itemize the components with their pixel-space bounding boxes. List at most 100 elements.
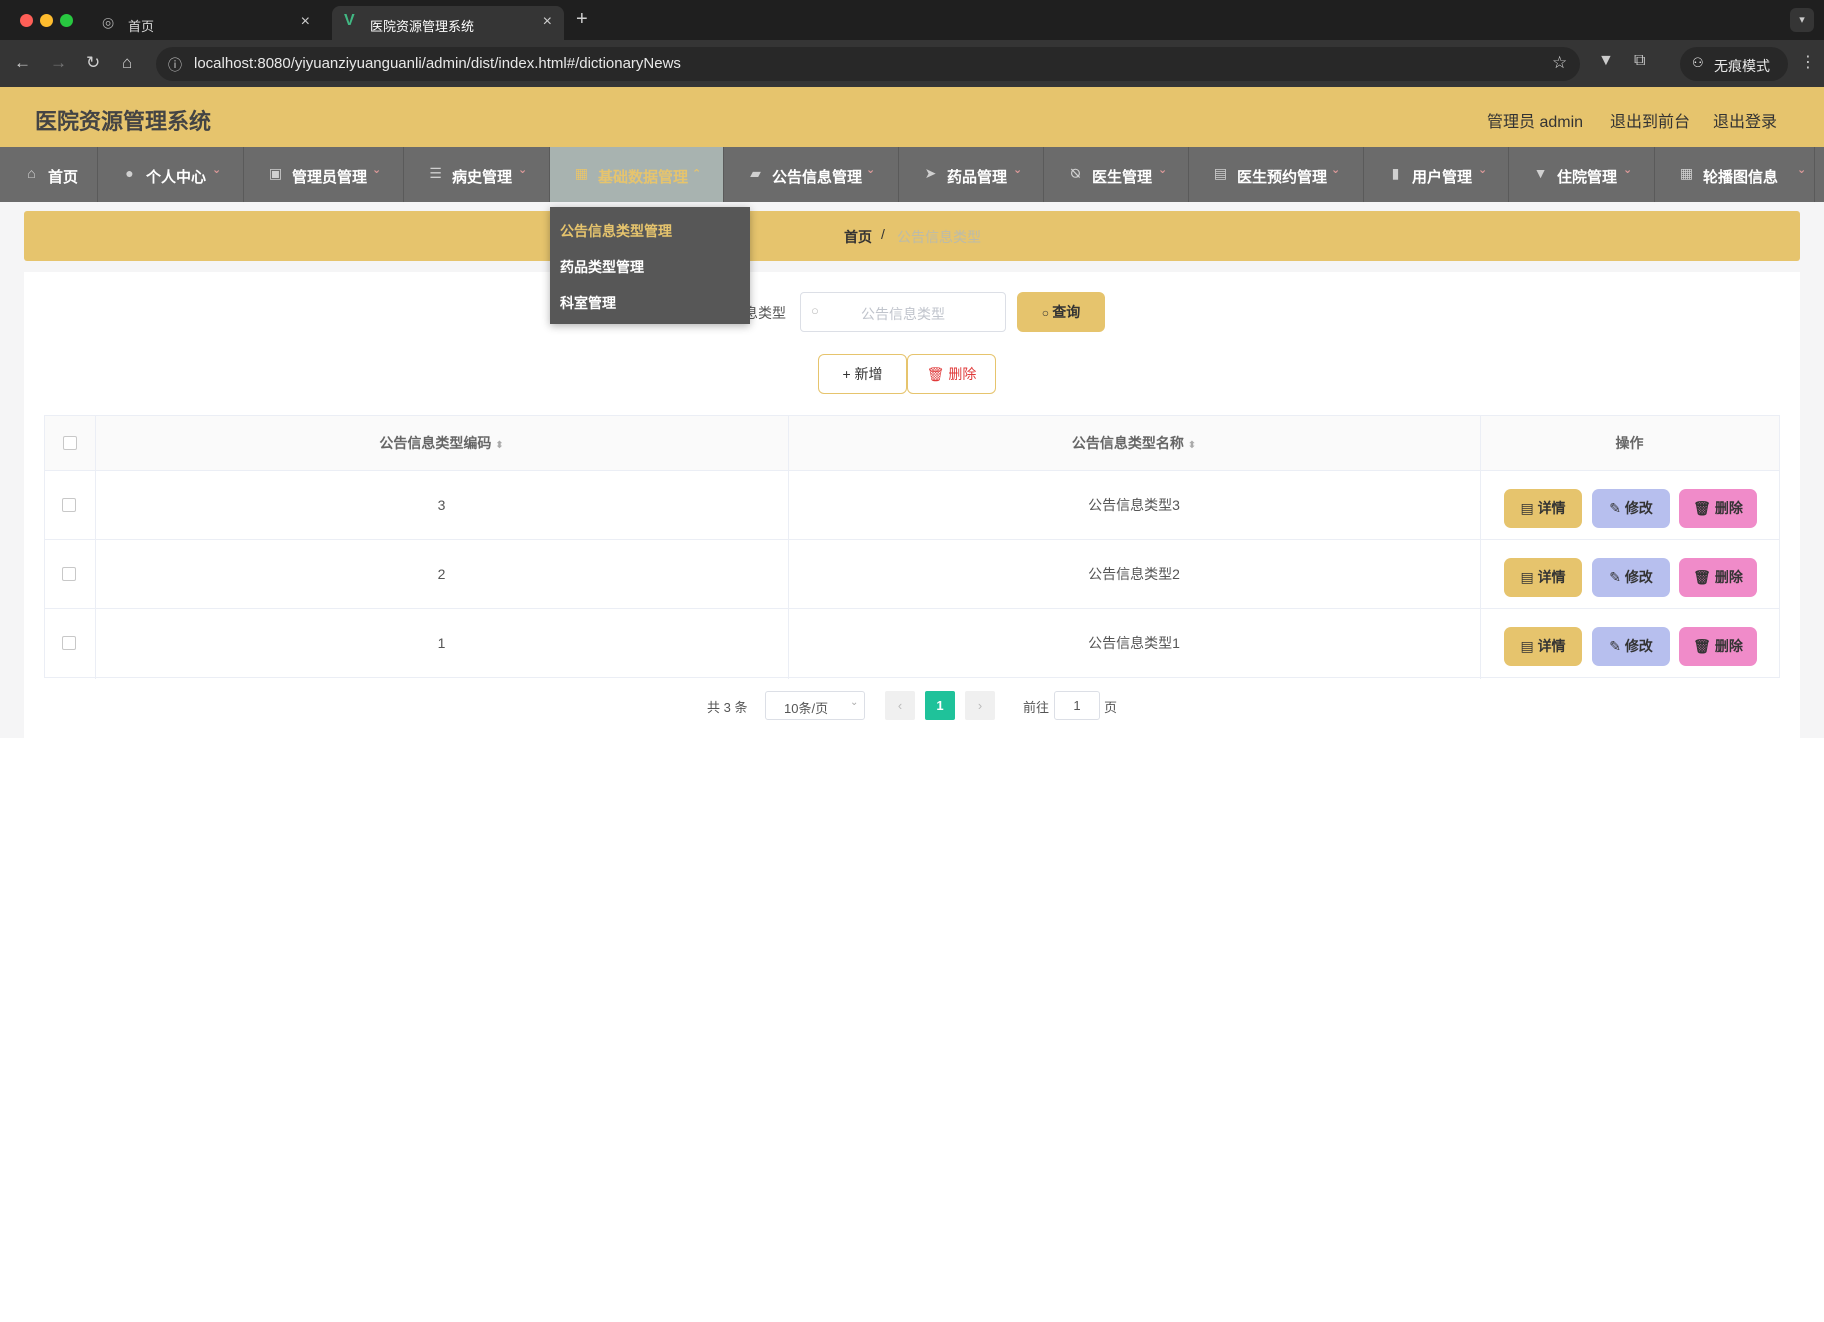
- tab-list-icon[interactable]: ▾: [1790, 8, 1814, 32]
- logout-link[interactable]: 退出登录: [1713, 108, 1777, 132]
- cell-name: 公告信息类型1: [1088, 635, 1180, 651]
- maximize-window-icon[interactable]: [60, 14, 73, 27]
- column-header-code[interactable]: 公告信息类型编码 ⬍: [95, 416, 788, 471]
- row-checkbox[interactable]: [62, 498, 76, 512]
- page-suffix: 页: [1104, 700, 1118, 715]
- menu-item-notice[interactable]: ▰ 公告信息管理 ⌄: [724, 147, 899, 202]
- submenu-item-medicine-type[interactable]: 药品类型管理: [560, 257, 644, 277]
- bookmark-star-icon[interactable]: ☆: [1552, 53, 1567, 73]
- list-icon: ☰: [429, 165, 442, 181]
- menu-item-carousel[interactable]: ▦ 轮播图信息 ⌄: [1655, 147, 1815, 202]
- close-tab-icon[interactable]: ×: [301, 13, 310, 31]
- next-page-button[interactable]: ›: [965, 691, 995, 720]
- sort-icon[interactable]: ⬍: [1188, 440, 1196, 451]
- search-input[interactable]: ○ 公告信息类型: [800, 292, 1006, 332]
- app-title: 医院资源管理系统: [35, 109, 212, 134]
- minimize-window-icon[interactable]: [40, 14, 53, 27]
- delete-button[interactable]: 🗑 删除: [1679, 558, 1757, 597]
- menu-item-medicine[interactable]: ➤ 药品管理 ⌄: [899, 147, 1044, 202]
- prev-page-button[interactable]: ‹: [885, 691, 915, 720]
- sort-icon[interactable]: ⬍: [495, 440, 503, 451]
- row-checkbox[interactable]: [62, 636, 76, 650]
- goto-page-input[interactable]: 1: [1054, 691, 1100, 720]
- bulk-delete-button[interactable]: 🗑 删除: [907, 354, 996, 394]
- column-title: 公告信息类型名称: [1071, 435, 1184, 451]
- site-info-icon[interactable]: ⓘ: [168, 55, 182, 75]
- globe-icon: ◎: [102, 14, 115, 30]
- close-tab-icon[interactable]: ×: [543, 13, 552, 31]
- delete-button[interactable]: 🗑 删除: [1679, 489, 1757, 528]
- submenu-item-department[interactable]: 科室管理: [560, 293, 616, 313]
- row-checkbox[interactable]: [62, 567, 76, 581]
- menu-label: 用户管理: [1412, 169, 1473, 186]
- back-icon[interactable]: ←: [14, 53, 31, 73]
- edit-button[interactable]: ✎ 修改: [1592, 489, 1670, 528]
- new-tab-icon[interactable]: +: [576, 8, 588, 31]
- menu-item-admin[interactable]: ▣ 管理员管理 ⌄: [244, 147, 404, 202]
- menu-label: 轮播图信息: [1703, 169, 1779, 186]
- edit-button[interactable]: ✎ 修改: [1592, 558, 1670, 597]
- edit-icon: ✎: [1609, 638, 1625, 654]
- close-window-icon[interactable]: [20, 14, 33, 27]
- edit-label: 修改: [1624, 500, 1653, 516]
- menu-label: 基础数据管理: [598, 169, 689, 186]
- detail-button[interactable]: ▤ 详情: [1504, 627, 1582, 666]
- menu-item-users[interactable]: ▮ 用户管理 ⌄: [1364, 147, 1509, 202]
- select-all-checkbox[interactable]: [63, 436, 77, 450]
- menu-item-hospitalization[interactable]: ▼ 住院管理 ⌄: [1509, 147, 1655, 202]
- basic-data-submenu: 公告信息类型管理 药品类型管理 科室管理: [550, 207, 750, 324]
- menu-label: 病史管理: [452, 169, 513, 186]
- chevron-down-icon: ⌄: [1158, 164, 1168, 176]
- menu-item-history[interactable]: ☰ 病史管理 ⌄: [404, 147, 550, 202]
- add-button[interactable]: + 新增: [818, 354, 907, 394]
- browser-toolbar: ← → ↻ ⌂ ⓘ localhost:8080/yiyuanziyuangua…: [0, 40, 1824, 87]
- chart-icon: ▣: [268, 165, 283, 181]
- menu-item-home[interactable]: ⌂ 首页: [0, 147, 98, 202]
- edit-button[interactable]: ✎ 修改: [1592, 627, 1670, 666]
- menu-label: 个人中心: [146, 169, 207, 186]
- delete-button[interactable]: 🗑 删除: [1679, 627, 1757, 666]
- add-label: 新增: [854, 366, 883, 382]
- column-header-name[interactable]: 公告信息类型名称 ⬍: [788, 416, 1480, 471]
- cell-name: 公告信息类型2: [1088, 566, 1180, 582]
- current-user: 管理员 admin: [1487, 114, 1584, 131]
- home-icon: ⌂: [27, 165, 36, 181]
- brush-icon: ▼: [1533, 165, 1548, 181]
- chevron-down-icon: ⌄: [372, 164, 382, 176]
- reload-icon[interactable]: ↻: [86, 53, 100, 73]
- document-icon: ▤: [1520, 569, 1538, 585]
- menu-item-doctor[interactable]: ⍉ 医生管理 ⌄: [1044, 147, 1189, 202]
- detail-button[interactable]: ▤ 详情: [1504, 558, 1582, 597]
- search-icon: ○: [811, 303, 819, 318]
- menu-item-basic-data[interactable]: ▦ 基础数据管理 ⌃: [550, 147, 724, 202]
- chevron-down-icon: ⌄: [866, 164, 876, 176]
- tab-title: 医院资源管理系统: [370, 19, 475, 34]
- ticket-icon: ▰: [750, 165, 761, 181]
- browser-menu-icon[interactable]: ⋮: [1800, 52, 1816, 72]
- menu-item-personal-center[interactable]: ● 个人中心 ⌄: [98, 147, 244, 202]
- back-to-frontend-link[interactable]: 退出到前台: [1610, 108, 1690, 132]
- address-bar[interactable]: ⓘ localhost:8080/yiyuanziyuanguanli/admi…: [156, 47, 1580, 81]
- forward-icon[interactable]: →: [50, 53, 67, 73]
- breadcrumb-home[interactable]: 首页: [844, 227, 872, 247]
- tab-title: 首页: [128, 19, 155, 34]
- breadcrumb: 首页 / 公告信息类型: [24, 211, 1800, 261]
- menu-label: 公告信息管理: [772, 169, 863, 186]
- submenu-item-notice-type[interactable]: 公告信息类型管理: [560, 221, 672, 241]
- browser-tab-active[interactable]: V 医院资源管理系统 ×: [332, 6, 564, 40]
- search-label: 息类型: [744, 305, 786, 321]
- extensions-puzzle-icon[interactable]: ⧉: [1634, 52, 1645, 70]
- delete-label: 删除: [1714, 638, 1743, 654]
- browser-tab-home[interactable]: ◎ 首页 ×: [90, 6, 322, 40]
- page-number-current[interactable]: 1: [925, 691, 955, 720]
- incognito-indicator[interactable]: ⚇ 无痕模式: [1680, 47, 1788, 81]
- menu-item-appointment[interactable]: ▤ 医生预约管理 ⌄: [1189, 147, 1364, 202]
- query-label: 查询: [1052, 304, 1081, 320]
- extension-v-icon[interactable]: ▼: [1598, 52, 1614, 70]
- breadcrumb-separator: /: [881, 226, 885, 242]
- detail-button[interactable]: ▤ 详情: [1504, 489, 1582, 528]
- document-icon: ▤: [1520, 638, 1538, 654]
- page-size-select[interactable]: 10条/页 ⌄: [765, 691, 865, 720]
- query-button[interactable]: ○ 查询: [1017, 292, 1105, 332]
- home-icon[interactable]: ⌂: [122, 53, 132, 73]
